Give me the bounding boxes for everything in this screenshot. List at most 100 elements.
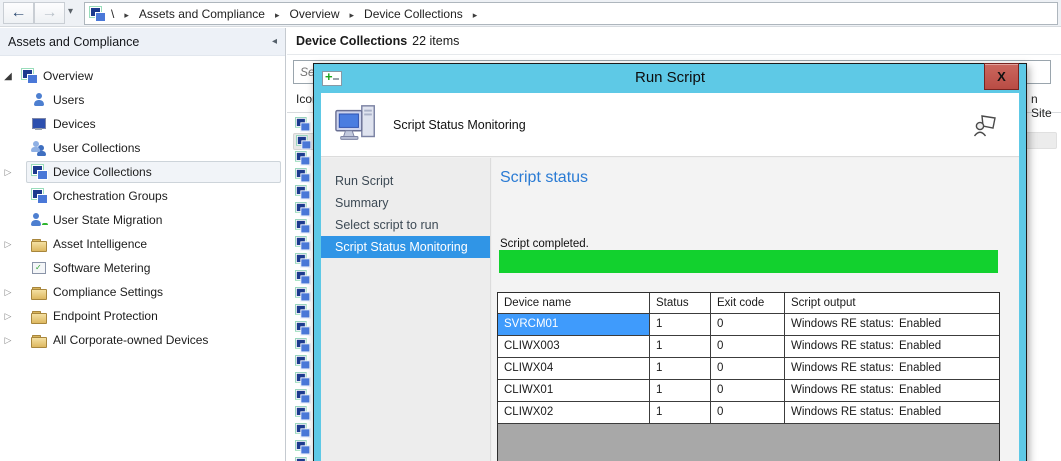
device-name-cell[interactable]: CLIWX04: [498, 358, 650, 379]
breadcrumb-separator-icon: [346, 7, 359, 21]
sidebar-item-label: Software Metering: [53, 261, 151, 275]
table-row[interactable]: CLIWX003 1 0 Windows RE status: Enabled: [498, 336, 999, 358]
computers-icon: [295, 423, 311, 438]
computers-icon: [295, 168, 311, 183]
expand-arrow-icon[interactable]: [0, 311, 16, 322]
computers-icon: [295, 321, 311, 336]
table-row[interactable]: SVRCM01 1 0 Windows RE status: Enabled: [498, 314, 999, 336]
breadcrumb-separator-icon: [271, 7, 284, 21]
expand-arrow-icon[interactable]: [0, 167, 16, 178]
sidebar-item-orchestration-groups[interactable]: Orchestration Groups: [0, 184, 285, 208]
sidebar-item-label: Users: [53, 93, 85, 107]
expand-arrow-icon[interactable]: [0, 239, 16, 250]
table-row[interactable]: CLIWX01 1 0 Windows RE status: Enabled: [498, 380, 999, 402]
column-header-exit-code[interactable]: Exit code: [711, 293, 785, 313]
table-header-row: Device name Status Exit code Script outp…: [498, 293, 999, 314]
sidebar-item-users[interactable]: Users: [0, 88, 285, 112]
script-results-table: Device name Status Exit code Script outp…: [497, 292, 1000, 461]
sidebar-item-software-metering[interactable]: Software Metering: [0, 256, 285, 280]
device-icon: [31, 116, 47, 132]
exit-code-cell: 0: [711, 402, 785, 423]
computers-icon: [295, 406, 311, 421]
sidebar-header: Assets and Compliance ◂: [0, 28, 285, 56]
sidebar-item-all-corporate-owned-devices[interactable]: All Corporate-owned Devices: [0, 328, 285, 352]
computers-icon: [295, 253, 311, 268]
breadcrumb-device-collections[interactable]: Device Collections: [358, 7, 469, 21]
console-app-icon: [89, 6, 106, 22]
dialog-titlebar[interactable]: Run Script X: [314, 63, 1026, 93]
user-collection-icon: [31, 140, 47, 156]
expand-arrow-icon[interactable]: [0, 71, 16, 82]
expand-arrow-icon[interactable]: [0, 335, 16, 346]
table-row[interactable]: CLIWX04 1 0 Windows RE status: Enabled: [498, 358, 999, 380]
script-output-cell: Windows RE status: Enabled: [785, 314, 999, 335]
device-name-cell[interactable]: CLIWX003: [498, 336, 650, 357]
computers-icon: [21, 68, 38, 84]
output-value: Enabled: [899, 406, 942, 418]
history-dropdown-caret-icon[interactable]: ▾: [68, 6, 73, 17]
site-column-header-partial[interactable]: n Site: [1031, 92, 1061, 120]
sidebar-item-asset-intelligence[interactable]: Asset Intelligence: [0, 232, 285, 256]
sidebar-item-label: User State Migration: [53, 213, 163, 227]
output-label: Windows RE status:: [791, 406, 894, 418]
wizard-nav-run-script[interactable]: Run Script: [321, 170, 490, 192]
device-name-cell[interactable]: CLIWX01: [498, 380, 650, 401]
computers-icon: [295, 202, 311, 217]
dialog-body: Run Script Summary Select script to run …: [321, 158, 1019, 461]
computers-icon: [295, 372, 311, 387]
wizard-nav-script-status-monitoring[interactable]: Script Status Monitoring: [321, 236, 490, 258]
collapse-sidebar-icon[interactable]: ◂: [272, 36, 277, 47]
progress-bar: [499, 250, 998, 273]
navigation-tree: Overview Users Devices User Collections …: [0, 56, 285, 352]
forward-arrow-icon: →: [41, 4, 58, 21]
breadcrumb-separator-icon: [469, 7, 482, 21]
sidebar-item-overview[interactable]: Overview: [0, 64, 285, 88]
folder-icon: [31, 284, 47, 300]
list-item-count: 22 items: [412, 34, 460, 48]
computers-icon: [295, 440, 311, 455]
breadcrumb-overview[interactable]: Overview: [283, 7, 345, 21]
sidebar-item-devices[interactable]: Devices: [0, 112, 285, 136]
computers-icon: [295, 270, 311, 285]
table-row[interactable]: CLIWX02 1 0 Windows RE status: Enabled: [498, 402, 999, 424]
dialog-header-band: Script Status Monitoring: [321, 93, 1019, 157]
computers-icon: [295, 219, 311, 234]
sidebar-item-endpoint-protection[interactable]: Endpoint Protection: [0, 304, 285, 328]
exit-code-cell: 0: [711, 380, 785, 401]
navigation-sidebar: Assets and Compliance ◂ Overview Users D…: [0, 28, 286, 461]
computers-icon: [295, 117, 311, 132]
close-button[interactable]: X: [984, 63, 1019, 90]
forward-button[interactable]: →: [34, 2, 65, 24]
computers-icon: [295, 338, 311, 353]
computers-icon: [295, 304, 311, 319]
status-cell: 1: [650, 314, 711, 335]
status-cell: 1: [650, 402, 711, 423]
sidebar-item-user-collections[interactable]: User Collections: [0, 136, 285, 160]
output-label: Windows RE status:: [791, 362, 894, 374]
sidebar-item-label: Asset Intelligence: [53, 237, 148, 251]
column-header-script-output[interactable]: Script output: [785, 293, 999, 313]
computers-icon: [296, 135, 312, 150]
sidebar-item-label: Endpoint Protection: [53, 309, 158, 323]
script-output-cell: Windows RE status: Enabled: [785, 358, 999, 379]
column-header-device-name[interactable]: Device name: [498, 293, 650, 313]
column-header-status[interactable]: Status: [650, 293, 711, 313]
wizard-nav-summary[interactable]: Summary: [321, 192, 490, 214]
sidebar-item-label: Device Collections: [53, 165, 152, 179]
sidebar-item-compliance-settings[interactable]: Compliance Settings: [0, 280, 285, 304]
expand-arrow-icon[interactable]: [0, 287, 16, 298]
script-completed-text: Script completed.: [500, 238, 589, 250]
breadcrumb-root[interactable]: \: [105, 7, 120, 21]
folder-icon: [31, 332, 47, 348]
breadcrumb: \ Assets and Compliance Overview Device …: [84, 2, 1058, 25]
computers-icon: [295, 236, 311, 251]
sidebar-item-user-state-migration[interactable]: User State Migration: [0, 208, 285, 232]
back-button[interactable]: ←: [3, 2, 34, 24]
device-name-cell[interactable]: SVRCM01: [498, 314, 650, 335]
dialog-title: Run Script: [634, 69, 706, 86]
wizard-nav-select-script-to-run[interactable]: Select script to run: [321, 214, 490, 236]
device-name-cell[interactable]: CLIWX02: [498, 402, 650, 423]
sidebar-item-label: Overview: [43, 69, 94, 83]
sidebar-item-device-collections[interactable]: Device Collections: [0, 160, 285, 184]
breadcrumb-assets-and-compliance[interactable]: Assets and Compliance: [133, 7, 271, 21]
